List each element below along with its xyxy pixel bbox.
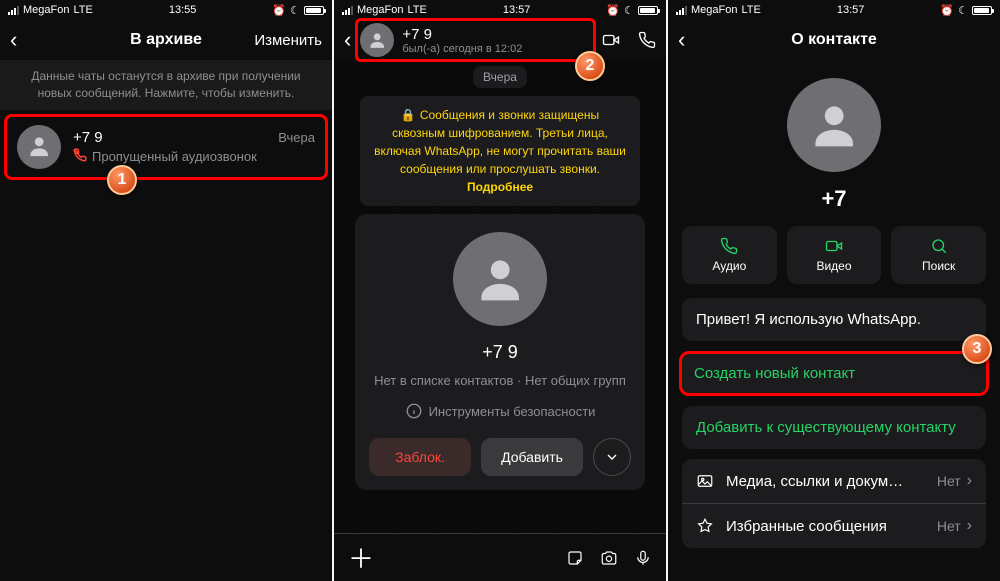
- input-bar: ＋: [334, 533, 666, 581]
- archive-banner[interactable]: Данные чаты останутся в архиве при получ…: [0, 60, 332, 110]
- starred-cell[interactable]: Избранные сообщения Нет ›: [682, 504, 986, 548]
- battery-icon: [972, 6, 992, 15]
- avatar: [453, 232, 547, 326]
- sticker-icon[interactable]: [566, 549, 584, 567]
- battery-icon: [638, 6, 658, 15]
- video-call-icon[interactable]: [602, 31, 620, 49]
- step-badge-3: 3: [962, 334, 992, 364]
- status-bar: MegaFon LTE 13:57 ⏰ ☾: [334, 0, 666, 20]
- clock: 13:57: [503, 4, 531, 16]
- search-label: Поиск: [922, 259, 955, 273]
- search-icon: [930, 237, 948, 255]
- media-label: Медиа, ссылки и докум…: [726, 473, 903, 490]
- safety-tools[interactable]: Инструменты безопасности: [405, 402, 596, 420]
- audio-call-icon[interactable]: [638, 31, 656, 49]
- camera-icon[interactable]: [600, 549, 618, 567]
- create-contact-label: Создать новый контакт: [694, 365, 855, 382]
- chevron-right-icon: ›: [967, 472, 972, 490]
- about-cell: Привет! Я использую WhatsApp.: [682, 298, 986, 341]
- carrier: MegaFon: [357, 4, 403, 16]
- last-seen: был(-а) сегодня в 12:02: [402, 43, 522, 55]
- chat-navbar: ‹ +7 9 был(-а) сегодня в 12:02 2: [334, 20, 666, 60]
- video-call-tile[interactable]: Видео: [787, 226, 882, 284]
- day-label: Вчера: [473, 66, 527, 88]
- step-badge-2: 2: [575, 51, 605, 81]
- add-existing-contact-cell[interactable]: Добавить к существующему контакту: [682, 406, 986, 449]
- clock: 13:57: [837, 4, 865, 16]
- back-button[interactable]: ‹: [344, 27, 351, 53]
- media-cell[interactable]: Медиа, ссылки и докум… Нет ›: [682, 459, 986, 504]
- info-icon: [405, 402, 423, 420]
- chat-subtitle: Пропущенный аудиозвонок: [92, 149, 257, 164]
- card-subtitle: Нет в списке контактов · Нет общих групп: [374, 373, 626, 388]
- signal-icon: [342, 6, 353, 15]
- edit-button[interactable]: Изменить: [254, 32, 322, 49]
- carrier: MegaFon: [23, 4, 69, 16]
- header-name: +7 9: [402, 26, 522, 43]
- network: LTE: [741, 4, 760, 16]
- screen-chat: MegaFon LTE 13:57 ⏰ ☾ ‹ +7 9 был(-а) сег…: [334, 0, 666, 581]
- mic-icon[interactable]: [634, 549, 652, 567]
- add-existing-label: Добавить к существующему контакту: [696, 419, 956, 436]
- alarm-icon: ⏰: [606, 4, 620, 17]
- page-title: О контакте: [791, 31, 877, 49]
- screen-contact-info: MegaFon LTE 13:57 ⏰ ☾ ‹ О контакте +7 Ау…: [668, 0, 1000, 581]
- avatar: [360, 23, 394, 57]
- video-label: Видео: [816, 259, 851, 273]
- back-button[interactable]: ‹: [10, 27, 17, 53]
- media-value: Нет: [937, 473, 961, 489]
- add-contact-button[interactable]: Добавить: [481, 438, 583, 476]
- starred-label: Избранные сообщения: [726, 518, 887, 535]
- starred-value: Нет: [937, 518, 961, 534]
- alarm-icon: ⏰: [940, 4, 954, 17]
- safety-tools-label: Инструменты безопасности: [429, 404, 596, 419]
- chevron-right-icon: ›: [967, 517, 972, 535]
- contact-card: +7 9 Нет в списке контактов · Нет общих …: [355, 214, 645, 490]
- contact-name: +7: [821, 186, 846, 212]
- moon-icon: ☾: [290, 4, 300, 17]
- image-icon: [696, 472, 714, 490]
- attach-button[interactable]: ＋: [348, 539, 374, 576]
- lock-icon: 🔒: [401, 108, 416, 122]
- chat-date: Вчера: [278, 130, 315, 145]
- about-text: Привет! Я использую WhatsApp.: [696, 311, 921, 328]
- clock: 13:55: [169, 4, 197, 16]
- page-title: В архиве: [130, 31, 202, 49]
- more-button[interactable]: [593, 438, 631, 476]
- status-bar: MegaFon LTE 13:55 ⏰ ☾: [0, 0, 332, 20]
- network: LTE: [73, 4, 92, 16]
- moon-icon: ☾: [624, 4, 634, 17]
- block-button[interactable]: Заблок.: [369, 438, 471, 476]
- video-icon: [825, 237, 843, 255]
- signal-icon: [676, 6, 687, 15]
- screen-archive: MegaFon LTE 13:55 ⏰ ☾ ‹ В архиве Изменит…: [0, 0, 332, 581]
- avatar[interactable]: [787, 78, 881, 172]
- avatar: [17, 125, 61, 169]
- card-name: +7 9: [482, 342, 518, 363]
- chat-name: +7 9: [73, 129, 103, 146]
- create-contact-cell[interactable]: Создать новый контакт 3: [679, 351, 989, 396]
- archived-chat-row[interactable]: +7 9 Вчера Пропущенный аудиозвонок 1: [4, 114, 328, 180]
- chat-body: Вчера 🔒Сообщения и звонки защищены сквоз…: [334, 60, 666, 533]
- encryption-notice[interactable]: 🔒Сообщения и звонки защищены сквозным ши…: [360, 96, 640, 206]
- step-badge-1: 1: [107, 165, 137, 195]
- audio-call-tile[interactable]: Аудио: [682, 226, 777, 284]
- chat-header[interactable]: +7 9 был(-а) сегодня в 12:02 2: [355, 18, 596, 62]
- status-bar: MegaFon LTE 13:57 ⏰ ☾: [668, 0, 1000, 20]
- alarm-icon: ⏰: [272, 4, 286, 17]
- navbar: ‹ В архиве Изменить: [0, 20, 332, 60]
- navbar: ‹ О контакте: [668, 20, 1000, 60]
- missed-call-icon: [73, 148, 87, 165]
- phone-icon: [720, 237, 738, 255]
- signal-icon: [8, 6, 19, 15]
- carrier: MegaFon: [691, 4, 737, 16]
- moon-icon: ☾: [958, 4, 968, 17]
- audio-label: Аудио: [712, 259, 746, 273]
- star-icon: [696, 517, 714, 535]
- battery-icon: [304, 6, 324, 15]
- search-tile[interactable]: Поиск: [891, 226, 986, 284]
- encryption-more[interactable]: Подробнее: [467, 180, 533, 194]
- network: LTE: [407, 4, 426, 16]
- back-button[interactable]: ‹: [678, 27, 685, 53]
